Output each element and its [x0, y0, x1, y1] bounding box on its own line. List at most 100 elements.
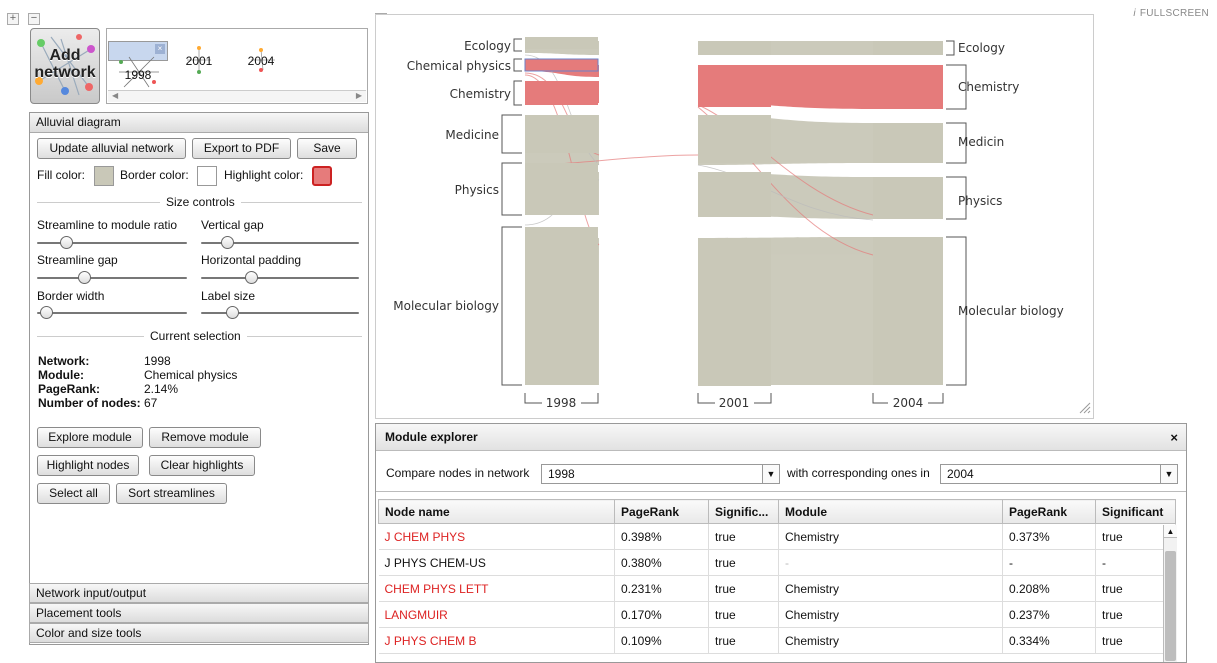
- add-network-button[interactable]: Add network: [30, 28, 100, 104]
- select-all-button[interactable]: Select all: [37, 483, 110, 504]
- vertical-gap-slider[interactable]: [201, 236, 359, 250]
- module-cell: Chemistry: [778, 523, 1003, 550]
- highlight-color-swatch[interactable]: [312, 166, 332, 186]
- modules-2004: [873, 41, 943, 385]
- scroll-thumb[interactable]: [1165, 551, 1176, 661]
- table-row[interactable]: J PHYS CHEM B 0.109% true Chemistry 0.334% tr…: [378, 627, 1176, 654]
- slider-label: Streamline gap: [37, 253, 118, 267]
- pagerank-cell: 0.170%: [614, 601, 709, 628]
- scroll-right-icon[interactable]: ▶: [356, 91, 362, 100]
- clear-highlights-button[interactable]: Clear highlights: [149, 455, 255, 476]
- module-medicin-2004[interactable]: [873, 123, 943, 163]
- table-scrollbar[interactable]: ▲: [1163, 525, 1177, 662]
- module-chemistry-2004[interactable]: [873, 65, 943, 109]
- sort-streamlines-button[interactable]: Sort streamlines: [116, 483, 227, 504]
- selection-network: Network: 1998: [38, 354, 171, 368]
- size-controls-title: Size controls: [160, 195, 241, 209]
- column-header[interactable]: Significant: [1095, 499, 1176, 524]
- fullscreen-label: FULLSCREEN: [1139, 8, 1209, 19]
- thumbnail-2004[interactable]: 2004: [231, 30, 291, 90]
- slider-label: Horizontal padding: [201, 253, 302, 267]
- module-chemistry-1998[interactable]: [525, 81, 598, 105]
- column-header[interactable]: PageRank: [614, 499, 709, 524]
- label-size-slider[interactable]: [201, 306, 359, 320]
- table-row[interactable]: J CHEM PHYS 0.398% true Chemistry 0.373% true: [378, 523, 1176, 550]
- module-molecular-biology-2001[interactable]: [698, 238, 771, 386]
- border-color-swatch[interactable]: [197, 166, 217, 186]
- highlight-nodes-button[interactable]: Highlight nodes: [37, 455, 139, 476]
- chevron-down-icon: ▼: [762, 465, 779, 483]
- column-header[interactable]: PageRank: [1002, 499, 1096, 524]
- module-explorer-header: Module explorer ×: [376, 424, 1186, 451]
- node-name-cell: CHEM PHYS LETT: [378, 575, 615, 602]
- scroll-left-icon[interactable]: ◀: [112, 91, 118, 100]
- close-icon[interactable]: ×: [1170, 424, 1178, 451]
- table-row[interactable]: LANGMUIR 0.170% true Chemistry 0.237% true: [378, 601, 1176, 628]
- highlight-color-label: Highlight color:: [224, 168, 304, 182]
- right-label: Physics: [958, 194, 1002, 208]
- thumbnail-1998[interactable]: × 1998: [108, 41, 168, 88]
- thumbnail-2001[interactable]: 2001: [169, 30, 229, 90]
- pagerank-2004-cell: 0.334%: [1002, 627, 1096, 654]
- significant-cell: true: [708, 575, 779, 602]
- close-thumbnail-icon[interactable]: ×: [155, 44, 165, 54]
- module-ecology-2001[interactable]: [698, 41, 771, 55]
- module-physics-2001[interactable]: [698, 172, 771, 217]
- thumbnail-year: 2004: [247, 54, 275, 68]
- network-io-header[interactable]: Network input/output: [29, 583, 369, 603]
- module-chemical-physics-1998[interactable]: [524, 58, 599, 72]
- save-button[interactable]: Save: [297, 138, 357, 159]
- streamline-ratio-slider[interactable]: [37, 236, 187, 250]
- thumbnail-scrollbar[interactable]: ◀ ▶: [108, 90, 366, 102]
- module-medicine-1998[interactable]: [525, 115, 598, 153]
- resize-handle-icon[interactable]: [1079, 402, 1091, 414]
- scroll-up-icon[interactable]: ▲: [1164, 525, 1177, 538]
- horizontal-padding-slider[interactable]: [201, 271, 359, 285]
- border-color-label: Border color:: [120, 168, 189, 182]
- collapse-all-button[interactable]: −: [28, 13, 40, 25]
- slider-label: Streamline to module ratio: [37, 218, 178, 232]
- left-label: Chemistry: [450, 87, 511, 101]
- pagerank-2004-cell: 0.237%: [1002, 601, 1096, 628]
- module-cell: Chemistry: [778, 575, 1003, 602]
- node-name-cell: LANGMUIR: [378, 601, 615, 628]
- module-physics-1998[interactable]: [525, 163, 598, 215]
- module-molecular-biology-1998[interactable]: [525, 227, 598, 385]
- year-label: 1998: [546, 396, 577, 410]
- module-ecology-2004[interactable]: [873, 41, 943, 55]
- update-alluvial-button[interactable]: Update alluvial network: [37, 138, 186, 159]
- module-physics-2004[interactable]: [873, 177, 943, 219]
- color-size-tools-header[interactable]: Color and size tools: [29, 623, 369, 643]
- border-width-slider[interactable]: [37, 306, 187, 320]
- right-label: Molecular biology: [958, 304, 1064, 318]
- export-pdf-button[interactable]: Export to PDF: [192, 138, 291, 159]
- module-ecology-1998[interactable]: [525, 37, 598, 49]
- placement-tools-header[interactable]: Placement tools: [29, 603, 369, 623]
- module-chemistry-2001[interactable]: [698, 65, 771, 107]
- module-explorer: Module explorer × Compare nodes in netwo…: [375, 423, 1187, 663]
- network-b-select[interactable]: 2004 ▼: [940, 464, 1178, 484]
- column-header[interactable]: Module: [778, 499, 1003, 524]
- year-label: 2001: [719, 396, 750, 410]
- expand-all-button[interactable]: +: [7, 13, 19, 25]
- pagerank-2004-cell: 0.373%: [1002, 523, 1096, 550]
- remove-module-button[interactable]: Remove module: [149, 427, 261, 448]
- fullscreen-link[interactable]: i FULLSCREEN: [1133, 8, 1209, 19]
- module-molecular-biology-2004[interactable]: [873, 237, 943, 385]
- table-row[interactable]: J PHYS CHEM-US 0.380% true - - -: [378, 549, 1176, 576]
- alluvial-diagram-header[interactable]: Alluvial diagram: [30, 113, 368, 133]
- fill-color-label: Fill color:: [37, 168, 86, 182]
- selection-pagerank: PageRank: 2.14%: [38, 382, 179, 396]
- fill-color-swatch[interactable]: [94, 166, 114, 186]
- info-icon: i: [1133, 8, 1136, 19]
- module-cell: Chemistry: [778, 601, 1003, 628]
- slider-label: Vertical gap: [201, 218, 264, 232]
- column-header[interactable]: Node name: [378, 499, 615, 524]
- module-medicine-2001[interactable]: [698, 115, 771, 163]
- modules-1998: [524, 37, 599, 385]
- streamline-gap-slider[interactable]: [37, 271, 187, 285]
- column-header[interactable]: Signific...: [708, 499, 779, 524]
- network-a-select[interactable]: 1998 ▼: [541, 464, 780, 484]
- explore-module-button[interactable]: Explore module: [37, 427, 143, 448]
- table-row[interactable]: CHEM PHYS LETT 0.231% true Chemistry 0.208% t…: [378, 575, 1176, 602]
